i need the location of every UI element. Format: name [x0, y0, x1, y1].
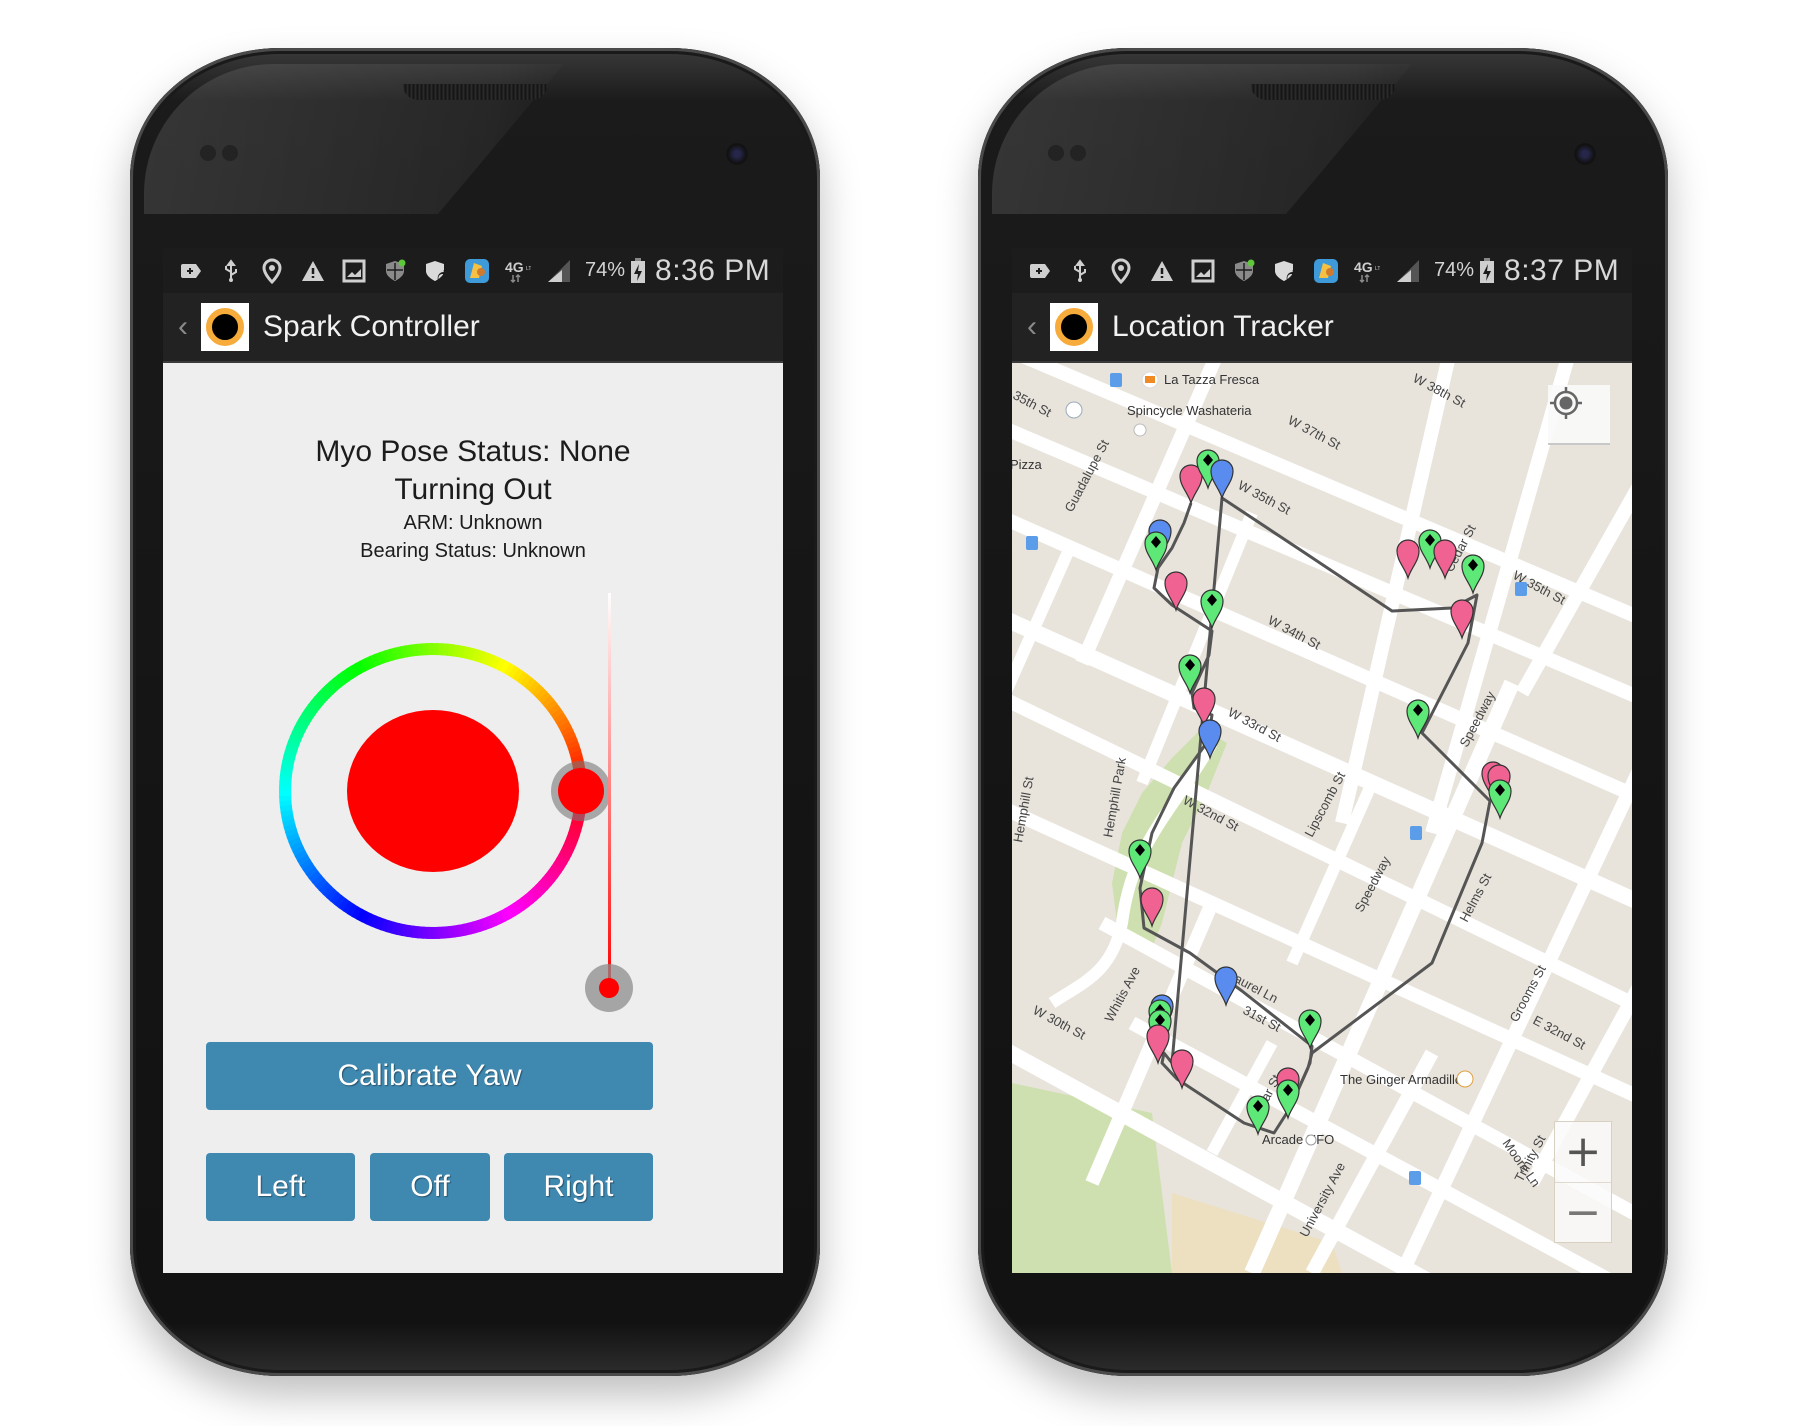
front-camera — [1574, 143, 1596, 165]
4g-lte-icon: 4GLTE — [1352, 256, 1382, 286]
shield-notification-icon — [1229, 256, 1259, 286]
shield-sync-icon — [421, 256, 451, 286]
bus-stop-icon[interactable] — [1515, 582, 1527, 596]
trophy-app-icon — [1311, 256, 1341, 286]
saturation-slider-track[interactable] — [608, 593, 611, 988]
shopping-icon[interactable] — [1065, 401, 1083, 419]
map-view[interactable]: W 38th St W 37th St W 35th St W 35th St W 34… — [1012, 363, 1632, 1273]
signal-icon — [544, 256, 574, 286]
signal-icon — [1393, 256, 1423, 286]
warning-icon — [1147, 256, 1177, 286]
svg-text:4G: 4G — [505, 259, 524, 275]
trophy-app-icon — [462, 256, 492, 286]
poi-dot-icon — [1305, 1134, 1317, 1146]
bus-stop-icon[interactable] — [1409, 1171, 1421, 1185]
battery-percent: 74% — [585, 259, 626, 281]
app-logo[interactable] — [1050, 303, 1098, 351]
color-picker — [279, 593, 633, 1012]
svg-text:LTE: LTE — [1375, 266, 1380, 272]
proximity-sensor — [200, 145, 216, 161]
zoom-controls: + − — [1554, 1121, 1612, 1243]
svg-text:LTE: LTE — [526, 266, 531, 272]
add-label-icon — [1024, 256, 1054, 286]
battery-percent: 74% — [1434, 259, 1475, 281]
screen-spark-controller: 4GLTE 74% 8:36 PM ‹ Spark Controller Myo… — [163, 248, 783, 1273]
proximity-sensor — [1048, 145, 1064, 161]
hue-handle[interactable] — [551, 761, 611, 821]
earpiece-speaker — [402, 84, 548, 100]
screen-location-tracker: 4GLTE 74% 8:37 PM ‹ Location Tracker — [1012, 248, 1632, 1273]
right-button[interactable]: Right — [504, 1153, 653, 1221]
restaurant-icon — [1456, 1070, 1474, 1088]
poi-arcade-ufo[interactable]: Arcade UFO — [1262, 1132, 1334, 1147]
controller-content: Myo Pose Status: None Turning Out ARM: U… — [163, 363, 783, 1273]
4g-lte-icon: 4GLTE — [503, 256, 533, 286]
saturation-handle[interactable] — [585, 964, 633, 1012]
image-icon — [339, 256, 369, 286]
calibrate-yaw-button[interactable]: Calibrate Yaw — [206, 1042, 653, 1110]
battery-charging-icon — [629, 256, 647, 286]
left-button[interactable]: Left — [206, 1153, 355, 1221]
location-pin-icon — [1106, 256, 1136, 286]
zoom-in-button[interactable]: + — [1555, 1122, 1611, 1182]
poi-dot-icon — [1133, 423, 1147, 437]
action-bar: ‹ Location Tracker — [1012, 293, 1632, 363]
warning-icon — [298, 256, 328, 286]
poi-spincycle-washateria[interactable]: Spincycle Washateria — [1127, 403, 1252, 418]
off-button[interactable]: Off — [370, 1153, 490, 1221]
clock: 8:37 PM — [1504, 253, 1620, 287]
app-logo[interactable] — [201, 303, 249, 351]
bus-stop-icon[interactable] — [1410, 826, 1422, 840]
light-sensor — [222, 145, 238, 161]
battery-charging-icon — [1478, 256, 1496, 286]
add-label-icon — [175, 256, 205, 286]
poi-ginger-armadillo[interactable]: The Ginger Armadillo — [1340, 1072, 1462, 1087]
location-pin-icon — [257, 256, 287, 286]
shield-notification-icon — [380, 256, 410, 286]
earpiece-speaker — [1250, 84, 1396, 100]
app-title: Spark Controller — [263, 310, 480, 343]
my-location-icon — [1550, 387, 1582, 419]
shield-sync-icon — [1270, 256, 1300, 286]
phone-left: 4GLTE 74% 8:36 PM ‹ Spark Controller Myo… — [130, 48, 820, 1376]
saturation-handle-knob[interactable] — [599, 978, 619, 998]
usb-icon — [216, 256, 246, 286]
bus-stop-icon[interactable] — [1110, 373, 1122, 387]
back-chevron-icon[interactable]: ‹ — [1018, 310, 1046, 344]
poi-pizza[interactable]: Pizza — [1012, 457, 1043, 472]
status-bar: 4GLTE 74% 8:36 PM — [163, 248, 783, 293]
bus-stop-icon[interactable] — [1026, 536, 1038, 550]
map-canvas[interactable]: W 38th StW 37th StW 35th StW 35th StW 34… — [1012, 363, 1632, 1273]
eclipse-ring-icon — [1055, 308, 1093, 346]
light-sensor — [1070, 145, 1086, 161]
svg-text:La Tazza Fresca: La Tazza Fresca — [1164, 372, 1260, 387]
zoom-out-button[interactable]: − — [1555, 1181, 1611, 1243]
hue-handle-knob[interactable] — [558, 768, 604, 814]
image-icon — [1188, 256, 1218, 286]
selected-color-preview — [347, 710, 519, 872]
status-bar: 4GLTE 74% 8:37 PM — [1012, 248, 1632, 293]
usb-icon — [1065, 256, 1095, 286]
app-title: Location Tracker — [1112, 310, 1334, 343]
eclipse-ring-icon — [206, 308, 244, 346]
front-camera — [726, 143, 748, 165]
clock: 8:36 PM — [655, 253, 771, 287]
my-location-button[interactable] — [1548, 385, 1610, 445]
back-chevron-icon[interactable]: ‹ — [169, 310, 197, 344]
phone-right: 4GLTE 74% 8:37 PM ‹ Location Tracker — [978, 48, 1668, 1376]
svg-text:4G: 4G — [1354, 259, 1373, 275]
action-bar: ‹ Spark Controller — [163, 293, 783, 363]
